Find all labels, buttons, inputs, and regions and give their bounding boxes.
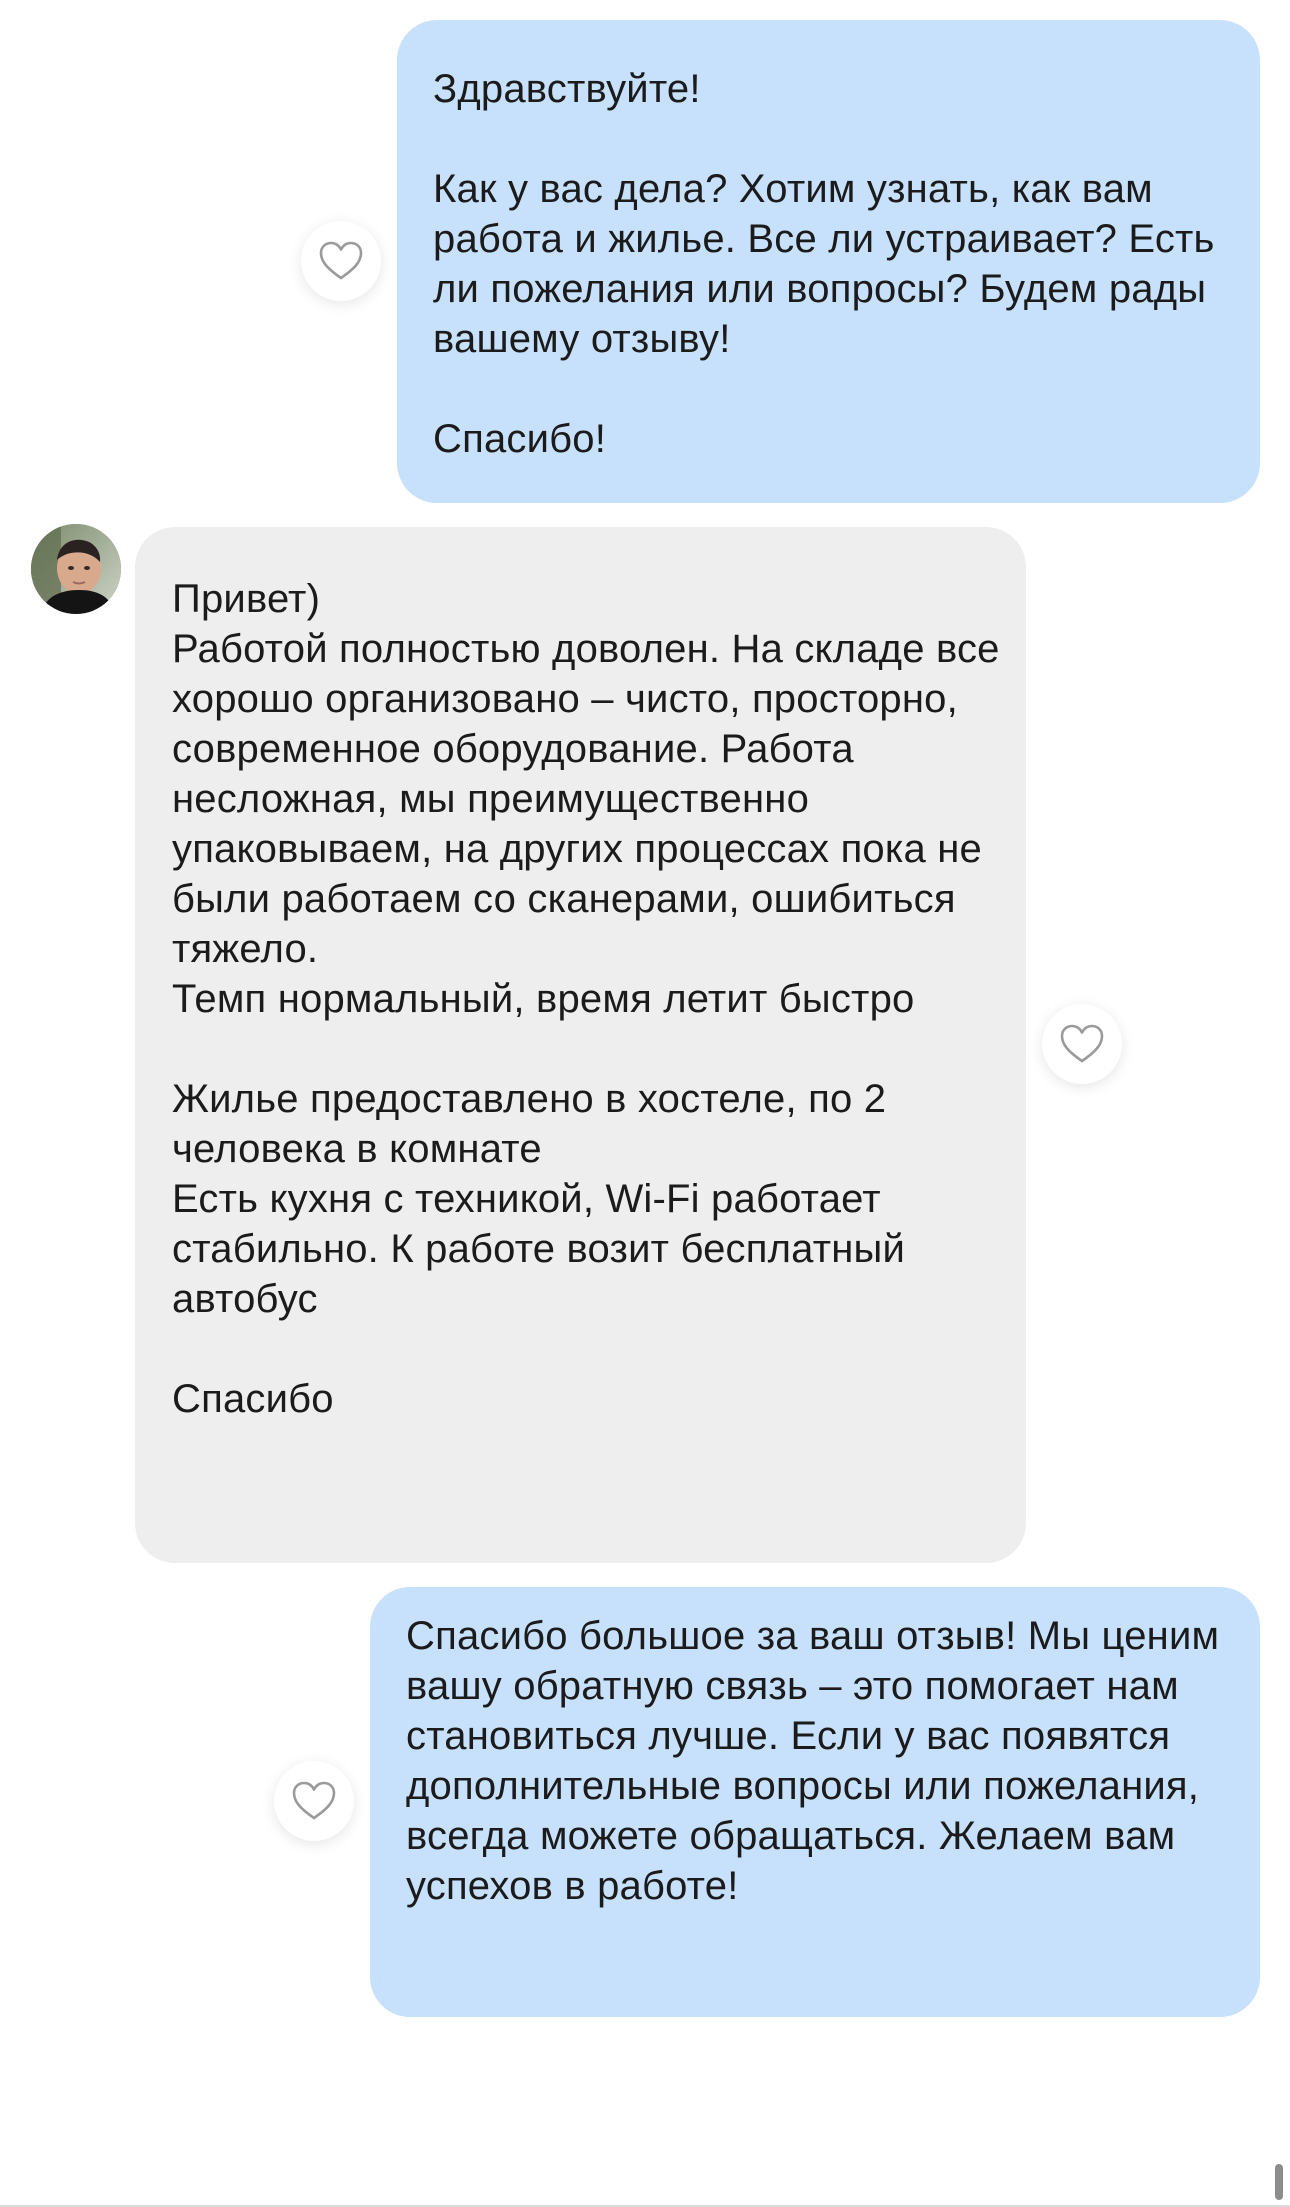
like-button[interactable] (1042, 1004, 1122, 1084)
outgoing-message-bubble[interactable]: Спасибо большое за ваш отзыв! Мы ценим в… (370, 1587, 1260, 2017)
heart-icon (319, 241, 363, 280)
heart-icon (1060, 1024, 1104, 1063)
heart-icon (292, 1781, 336, 1820)
sender-avatar[interactable] (31, 524, 121, 614)
scrollbar[interactable] (1275, 2164, 1283, 2200)
outgoing-message-bubble[interactable]: Здравствуйте! Как у вас дела? Хотим узна… (397, 20, 1260, 503)
like-button[interactable] (274, 1761, 354, 1841)
incoming-message-bubble[interactable]: Привет) Работой полностью доволен. На ск… (135, 527, 1026, 1563)
avatar-photo (31, 524, 121, 614)
like-button[interactable] (301, 221, 381, 301)
